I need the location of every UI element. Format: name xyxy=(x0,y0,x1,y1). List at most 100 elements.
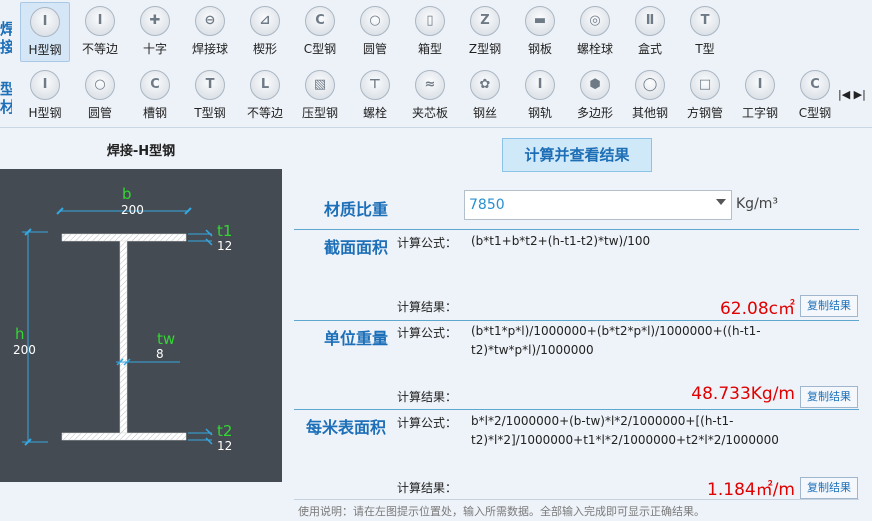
toolbar-item-bolt[interactable]: ⊤ 螺栓 xyxy=(350,66,400,126)
z-section-icon: Z xyxy=(470,6,500,36)
toolbar-item-label: 钢丝 xyxy=(472,106,497,120)
box-type-icon: Ⅱ xyxy=(635,6,665,36)
wedge-icon: ⊿ xyxy=(250,6,280,36)
toolbar-item-unequal-i-beam[interactable]: I 不等边 xyxy=(75,2,125,62)
toolbar-item-sandwich-panel[interactable]: ≈ 夹芯板 xyxy=(405,66,455,126)
toolbar-item-profiled-steel[interactable]: ▧ 压型钢 xyxy=(295,66,345,126)
density-unit: Kg/m³ xyxy=(736,196,779,212)
divider xyxy=(294,499,859,500)
copy-surface-area-button[interactable]: 复制结果 xyxy=(800,477,858,499)
toolbar-item-label: 压型钢 xyxy=(301,106,338,120)
section-title: 焊接-H型钢 xyxy=(106,144,176,159)
divider xyxy=(294,229,859,230)
toolbar-item-c-channel[interactable]: C C型钢 xyxy=(790,66,840,126)
tw-dim-label: tw xyxy=(157,330,176,348)
i-beam-icon: I xyxy=(30,7,60,37)
toolbar-item-i-beam[interactable]: I H型钢 xyxy=(20,2,70,62)
unit-weight-result: 48.733Kg/m xyxy=(691,384,795,404)
toolbar-item-polygon[interactable]: ⬢ 多边形 xyxy=(570,66,620,126)
h-dim-input[interactable]: 200 xyxy=(13,343,36,357)
surface-area-formula: b*l*2/1000000+(b-tw)*l*2/1000000+[(h-t1-… xyxy=(471,414,779,447)
rail-icon: I xyxy=(525,70,555,100)
toolbar-item-label: 螺栓球 xyxy=(576,42,613,56)
polygon-icon: ⬢ xyxy=(580,70,610,100)
toolbar-item-steel-plate[interactable]: ▬ 钢板 xyxy=(515,2,565,62)
toolbar-item-i-beam[interactable]: I H型钢 xyxy=(20,66,70,126)
bolt-ball-icon: ◎ xyxy=(580,6,610,36)
rolled-sections-row: I H型钢 ○ 圆管 C 槽钢 T T型钢 L 不等边 ▧ 压型钢 ⊤ 螺栓 ≈ 夹芯板 ✿ 钢丝 I 钢轨 ⬢ 多边形 ◯… xyxy=(0,64,872,128)
toolbar-item-label: 不等边 xyxy=(81,42,118,56)
toolbar-item-round-tube[interactable]: ○ 圆管 xyxy=(350,2,400,62)
profiled-steel-icon: ▧ xyxy=(305,70,335,100)
c-channel-icon: C xyxy=(305,6,335,36)
toolbar-item-wedge[interactable]: ⊿ 楔形 xyxy=(240,2,290,62)
section-area-result: 62.08c㎡ xyxy=(719,299,795,319)
c-channel-icon: C xyxy=(800,70,830,100)
toolbar-item-label: T型钢 xyxy=(194,106,226,120)
t-section-icon: T xyxy=(690,6,720,36)
toolbar-item-rail[interactable]: I 钢轨 xyxy=(515,66,565,126)
toolbar-item-t-section[interactable]: T T型钢 xyxy=(185,66,235,126)
toolbar-item-i-section[interactable]: I 工字钢 xyxy=(735,66,785,126)
t2-dim-input[interactable]: 12 xyxy=(217,439,232,453)
tw-dim-input[interactable]: 8 xyxy=(156,347,164,361)
copy-section-area-button[interactable]: 复制结果 xyxy=(800,295,858,317)
toolbar-item-label: 方钢管 xyxy=(686,106,723,120)
toolbar-item-round-tube[interactable]: ○ 圆管 xyxy=(75,66,125,126)
toolbar-item-bolt-ball[interactable]: ◎ 螺栓球 xyxy=(570,2,620,62)
toolbar-item-box-section[interactable]: ▯ 箱型 xyxy=(405,2,455,62)
toolbar-scroll-arrows[interactable]: |◀ ▶| xyxy=(838,88,866,101)
sandwich-panel-icon: ≈ xyxy=(415,70,445,100)
t1-dim-input[interactable]: 12 xyxy=(217,239,232,253)
toolbar-item-cross-section[interactable]: ✚ 十字 xyxy=(130,2,180,62)
result-label: 计算结果： xyxy=(397,481,458,495)
unequal-i-beam-icon: I xyxy=(85,6,115,36)
b-dim-input[interactable]: 200 xyxy=(121,203,144,217)
welded-ball-icon: ⊖ xyxy=(195,6,225,36)
toolbar-item-label: 其他钢 xyxy=(631,106,668,120)
other-steel-icon: ◯ xyxy=(635,70,665,100)
square-tube-icon: □ xyxy=(690,70,720,100)
toolbar-item-z-section[interactable]: Z Z型钢 xyxy=(460,2,510,62)
toolbar-item-label: 楔形 xyxy=(252,42,277,56)
angle-icon: L xyxy=(250,70,280,100)
chevron-down-icon[interactable] xyxy=(716,199,726,205)
channel-icon: C xyxy=(140,70,170,100)
toolbar-item-label: 箱型 xyxy=(417,42,442,56)
t2-dim-label: t2 xyxy=(217,422,233,440)
toolbar-item-other-steel[interactable]: ◯ 其他钢 xyxy=(625,66,675,126)
toolbar-item-square-tube[interactable]: □ 方钢管 xyxy=(680,66,730,126)
toolbar-item-label: H型钢 xyxy=(28,43,62,57)
result-label: 计算结果： xyxy=(397,390,458,404)
h-dim-label: h xyxy=(15,325,25,343)
toolbar-item-label: 螺栓 xyxy=(362,106,387,120)
density-label: 材质比重 xyxy=(324,200,389,219)
round-tube-icon: ○ xyxy=(360,6,390,36)
unit-weight-formula: (b*t1*p*l)/1000000+(b*t2*p*l)/1000000+((… xyxy=(471,324,761,357)
section-type-toolbar: I H型钢 I 不等边 ✚ 十字 ⊖ 焊接球 ⊿ 楔形 C C型钢 ○ 圆管 ▯ 箱型 Z Z型钢 ▬ 钢板 ◎ 螺栓球 Ⅱ… xyxy=(0,0,872,128)
welded-sections-row: I H型钢 I 不等边 ✚ 十字 ⊖ 焊接球 ⊿ 楔形 C C型钢 ○ 圆管 ▯ 箱型 Z Z型钢 ▬ 钢板 ◎ 螺栓球 Ⅱ… xyxy=(0,0,872,64)
usage-note: 使用说明：请在左图提示位置处，输入所需数据。全部输入完成即可显示正确结果。 xyxy=(298,505,705,518)
toolbar-item-t-section[interactable]: T T型 xyxy=(680,2,730,62)
density-value: 7850 xyxy=(469,197,505,213)
toolbar-item-channel[interactable]: C 槽钢 xyxy=(130,66,180,126)
toolbar-item-label: 槽钢 xyxy=(142,106,167,120)
toolbar-item-label: T型 xyxy=(695,42,715,56)
toolbar-item-label: 盒式 xyxy=(637,42,662,56)
toolbar-item-c-channel[interactable]: C C型钢 xyxy=(295,2,345,62)
toolbar-item-label: 夹芯板 xyxy=(411,106,448,120)
copy-unit-weight-button[interactable]: 复制结果 xyxy=(800,386,858,408)
box-section-icon: ▯ xyxy=(415,6,445,36)
toolbar-item-welded-ball[interactable]: ⊖ 焊接球 xyxy=(185,2,235,62)
calculate-button[interactable]: 计算并查看结果 xyxy=(502,138,652,172)
toolbar-item-label: H型钢 xyxy=(28,106,62,120)
density-select[interactable]: 7850 xyxy=(464,190,732,220)
steel-wire-icon: ✿ xyxy=(470,70,500,100)
toolbar-item-angle[interactable]: L 不等边 xyxy=(240,66,290,126)
toolbar-item-box-type[interactable]: Ⅱ 盒式 xyxy=(625,2,675,62)
toolbar-item-label: 十字 xyxy=(142,42,167,56)
cross-section-icon: ✚ xyxy=(140,6,170,36)
toolbar-item-label: 圆管 xyxy=(87,106,112,120)
toolbar-item-steel-wire[interactable]: ✿ 钢丝 xyxy=(460,66,510,126)
formula-label: 计算公式： xyxy=(397,326,458,340)
